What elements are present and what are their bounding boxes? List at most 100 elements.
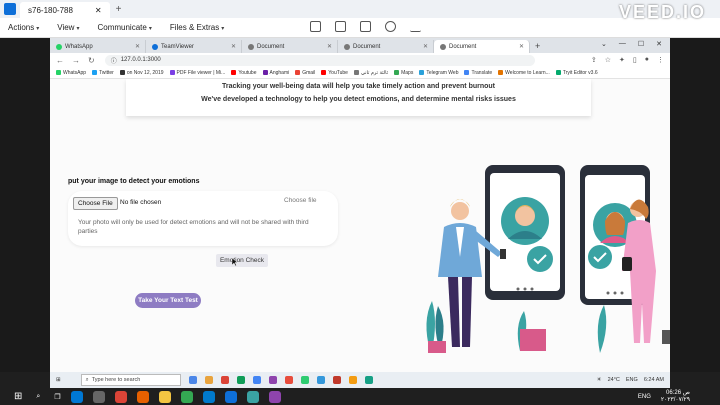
- search-icon[interactable]: ⌕: [36, 393, 40, 401]
- bookmark-item[interactable]: Maps: [394, 70, 413, 76]
- privacy-note: Your photo will only be used for detect …: [78, 219, 309, 235]
- reload-icon[interactable]: ↻: [88, 56, 95, 65]
- extensions-icon[interactable]: ✦: [619, 56, 625, 64]
- app-icon[interactable]: [284, 376, 293, 384]
- screen-icon[interactable]: [335, 21, 346, 32]
- url-input[interactable]: ⓘ 127.0.0.1:3000: [104, 54, 535, 66]
- browser-tab[interactable]: Document ✕: [242, 40, 338, 53]
- no-file-label: No file chosen: [120, 199, 162, 206]
- take-text-test-button[interactable]: Take Your Text Test: [135, 293, 201, 308]
- upload-title: put your image to detect your emotions: [68, 178, 200, 185]
- app-icon[interactable]: [348, 376, 357, 384]
- avatar[interactable]: ●: [645, 56, 649, 64]
- bookmark-item[interactable]: Anghami: [262, 70, 289, 76]
- browser-tab-active[interactable]: Document ✕: [434, 40, 530, 53]
- teamviewer-icon: [4, 3, 16, 15]
- clock[interactable]: 06:26 ص ٢٠٢٣/٠٧/٢٩: [661, 390, 690, 404]
- firefox-icon[interactable]: [136, 390, 149, 403]
- menu-view[interactable]: View ▾: [57, 23, 79, 32]
- cursor-icon: [232, 258, 238, 266]
- language-indicator[interactable]: ENG: [626, 377, 638, 383]
- choose-file-button[interactable]: Choose File: [73, 197, 118, 210]
- explorer-icon[interactable]: [158, 390, 171, 403]
- folder-icon: [353, 70, 359, 75]
- share-icon[interactable]: ⇪: [591, 56, 597, 64]
- maximize-icon[interactable]: ☐: [638, 40, 644, 48]
- chrome-icon[interactable]: [114, 390, 127, 403]
- bookmark-item[interactable]: WhatsApp: [56, 70, 86, 76]
- star-icon[interactable]: ☆: [605, 56, 611, 64]
- taskbar-search-input[interactable]: ⌕ Type here to search: [80, 374, 181, 386]
- app-icon[interactable]: [300, 376, 309, 384]
- app-icon[interactable]: [236, 376, 245, 384]
- back-icon[interactable]: ←: [56, 56, 64, 65]
- forward-icon[interactable]: →: [72, 56, 80, 65]
- bookmark-item[interactable]: Gmail: [295, 70, 315, 76]
- choose-file-label[interactable]: Choose file: [284, 197, 317, 204]
- bookmark-item[interactable]: YouTube: [321, 70, 348, 76]
- headline-line-2: We've developed a technology to help you…: [201, 96, 516, 103]
- app-icon[interactable]: [246, 390, 259, 403]
- teamviewer-menubar: Actions ▾ View ▾ Communicate ▾ Files & Extr…: [0, 18, 720, 38]
- more-icon[interactable]: ⋮: [657, 56, 664, 64]
- github-icon: [119, 70, 125, 75]
- camera-icon[interactable]: [92, 390, 105, 403]
- app-icon[interactable]: [268, 390, 281, 403]
- teamviewer-session-tab[interactable]: s76-180-788 ✕: [20, 2, 110, 18]
- browser-tab[interactable]: TeamViewer ✕: [146, 40, 242, 53]
- browser-tab[interactable]: Document ✕: [338, 40, 434, 53]
- bookmark-item[interactable]: on Nov 12, 2019: [119, 70, 164, 76]
- download-icon[interactable]: [410, 21, 421, 32]
- bookmark-item[interactable]: PDF File viewer | Mi...: [169, 70, 225, 76]
- bookmark-item[interactable]: Twitter: [92, 70, 114, 76]
- bookmark-item[interactable]: Tryit Editor v3.6: [555, 70, 598, 76]
- teamviewer-icon[interactable]: [224, 390, 237, 403]
- clock-date: ٢٠٢٣/٠٧/٢٩: [660, 396, 690, 403]
- sidebar-icon[interactable]: ▯: [633, 56, 637, 64]
- windows-icon[interactable]: ⊞: [56, 377, 61, 383]
- whatsapp-icon: [56, 43, 62, 50]
- app-icon[interactable]: [364, 376, 373, 384]
- app-icon[interactable]: [252, 376, 261, 384]
- app-icon[interactable]: [220, 376, 229, 384]
- minimize-icon[interactable]: —: [619, 40, 626, 48]
- menu-actions[interactable]: Actions ▾: [8, 23, 39, 32]
- weather-temp: 24°C: [607, 377, 620, 383]
- chrome-icon[interactable]: [180, 390, 193, 403]
- emotion-check-button[interactable]: Emotion Check: [216, 254, 268, 267]
- monitor-icon[interactable]: [360, 21, 371, 32]
- bookmark-item[interactable]: Translate: [464, 70, 492, 76]
- app-icon[interactable]: [332, 376, 341, 384]
- w3schools-icon: [555, 70, 561, 75]
- menu-communicate[interactable]: Communicate ▾: [97, 23, 151, 32]
- language-indicator[interactable]: ENG: [638, 394, 651, 400]
- bookmark-item[interactable]: ثالثة ترم تاني: [353, 70, 388, 76]
- edge-icon[interactable]: [70, 390, 83, 403]
- app-icon[interactable]: [268, 376, 277, 384]
- remote-control-icon[interactable]: [310, 21, 321, 32]
- scroll-handle[interactable]: [662, 330, 670, 344]
- youtube-icon: [321, 70, 327, 75]
- maps-icon: [394, 70, 400, 75]
- close-icon[interactable]: ✕: [95, 6, 102, 15]
- vscode-icon[interactable]: [202, 390, 215, 403]
- bookmark-item[interactable]: Youtube: [231, 70, 257, 76]
- windows-icon[interactable]: ⊞: [14, 391, 22, 402]
- close-icon[interactable]: ✕: [656, 40, 662, 48]
- new-tab-icon[interactable]: +: [535, 41, 540, 51]
- menu-files-extras[interactable]: Files & Extras ▾: [170, 23, 224, 32]
- record-icon[interactable]: [385, 21, 396, 32]
- twitter-icon: [92, 70, 98, 75]
- task-view-icon[interactable]: ❐: [54, 393, 60, 401]
- teamviewer-toolbar: [310, 21, 421, 32]
- app-icon[interactable]: [204, 376, 213, 384]
- close-icon: ✕: [518, 44, 524, 50]
- bookmark-item[interactable]: Welcome to Learn...: [498, 70, 550, 76]
- chevron-down-icon[interactable]: ⌄: [601, 40, 607, 48]
- bookmark-item[interactable]: Telegram Web: [419, 70, 458, 76]
- browser-tab[interactable]: WhatsApp ✕: [50, 40, 146, 53]
- app-icon[interactable]: [316, 376, 325, 384]
- add-session-icon[interactable]: +: [116, 4, 122, 15]
- window-controls: ⌄ — ☐ ✕: [601, 40, 662, 48]
- app-icon[interactable]: [188, 376, 197, 384]
